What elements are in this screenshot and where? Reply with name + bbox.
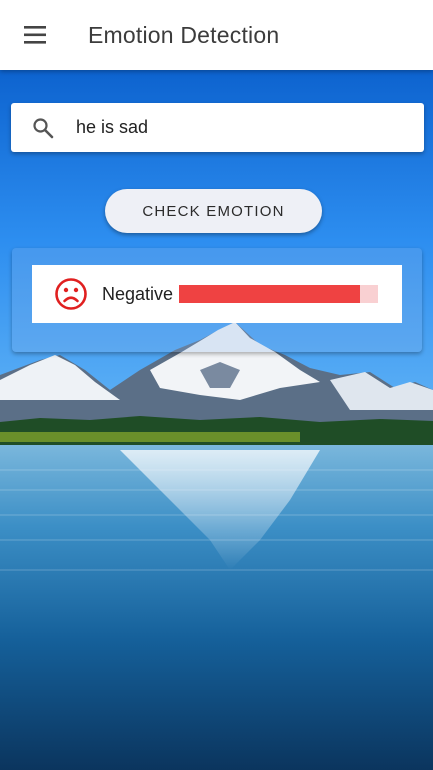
menu-button[interactable]: [19, 18, 53, 52]
menu-icon: [24, 26, 46, 44]
search-bar: [11, 103, 424, 152]
search-input[interactable]: [76, 117, 396, 138]
check-emotion-button[interactable]: CHECK EMOTION: [105, 189, 322, 233]
app-bar: Emotion Detection: [0, 0, 433, 70]
emotion-label: Negative: [102, 283, 174, 304]
score-bar-fill: [179, 285, 361, 303]
app-title: Emotion Detection: [88, 21, 280, 48]
background-landscape: [0, 70, 433, 770]
score-bar-track: [179, 285, 379, 303]
result-card: Negative: [32, 265, 402, 323]
search-icon[interactable]: [31, 116, 55, 140]
sad-face-icon: [54, 277, 88, 311]
